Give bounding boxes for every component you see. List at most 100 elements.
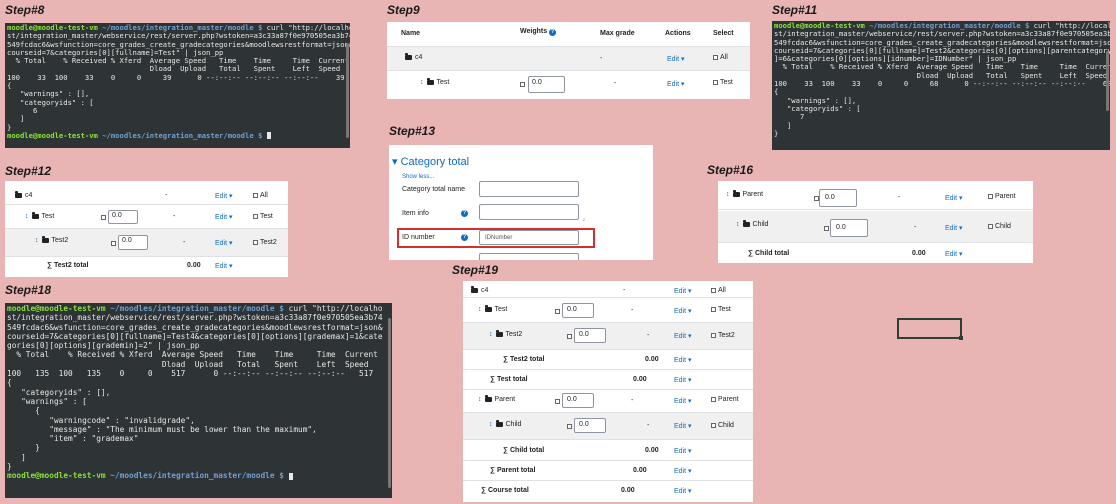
edit-menu[interactable]: Edit ▾ <box>674 397 692 405</box>
help-icon[interactable]: ? <box>461 233 468 241</box>
weight-checkbox[interactable] <box>101 214 108 221</box>
select-test2[interactable]: Test2 <box>711 332 735 339</box>
edit-menu[interactable]: Edit ▾ <box>945 250 963 258</box>
select-parent[interactable]: Parent <box>988 193 1016 200</box>
weight-checkbox[interactable] <box>520 81 527 88</box>
selected-cell[interactable] <box>897 318 962 339</box>
edit-menu[interactable]: Edit ▾ <box>667 80 685 88</box>
move-icon[interactable]: ↕ <box>489 331 493 338</box>
edit-menu[interactable]: Edit ▾ <box>945 224 963 232</box>
checkbox[interactable] <box>711 306 716 312</box>
show-less-link[interactable]: Show less... <box>402 174 434 180</box>
move-icon[interactable]: ↕ <box>25 213 29 220</box>
select-test[interactable]: Test <box>253 213 273 220</box>
weight-input[interactable]: 0.0 <box>574 418 606 433</box>
weight-input[interactable]: 0.0 <box>562 303 594 318</box>
select-parent[interactable]: Parent <box>711 396 739 403</box>
select-test[interactable]: Test <box>713 79 733 86</box>
select-label: Child <box>718 422 734 429</box>
checkbox[interactable] <box>711 287 716 293</box>
scrollbar[interactable] <box>346 43 349 138</box>
checkbox[interactable] <box>988 223 993 229</box>
move-icon[interactable]: ↕ <box>726 191 730 198</box>
next-input[interactable] <box>479 253 579 260</box>
edit-menu[interactable]: Edit ▾ <box>667 55 685 63</box>
edit-menu[interactable]: Edit ▾ <box>215 239 233 247</box>
move-icon[interactable]: ↕ <box>420 79 424 86</box>
checkbox[interactable] <box>567 333 572 339</box>
weight-input[interactable]: 0.0 <box>528 76 565 93</box>
select-child[interactable]: Child <box>711 422 734 429</box>
help-icon[interactable]: ? <box>461 210 468 217</box>
edit-menu[interactable]: Edit ▾ <box>674 467 692 475</box>
move-icon[interactable]: ↕ <box>736 221 740 228</box>
edit-menu[interactable]: Edit ▾ <box>674 287 692 295</box>
resize-icon[interactable]: ⌟ <box>582 215 585 222</box>
edit-menu[interactable]: Edit ▾ <box>674 487 692 495</box>
weight-input[interactable]: 0.0 <box>830 219 868 237</box>
select-all[interactable]: All <box>711 287 726 294</box>
help-icon[interactable]: ? <box>549 29 557 36</box>
checkbox[interactable] <box>567 423 572 429</box>
checkbox[interactable] <box>101 214 106 220</box>
checkbox[interactable] <box>713 54 718 60</box>
header-weights-label: Weights <box>520 28 548 35</box>
edit-menu[interactable]: Edit ▾ <box>674 422 692 430</box>
checkbox[interactable] <box>824 225 829 231</box>
checkbox[interactable] <box>713 79 718 85</box>
weight-checkbox[interactable] <box>567 423 574 430</box>
move-icon[interactable]: ↕ <box>478 306 482 313</box>
weight-checkbox[interactable] <box>567 333 574 340</box>
select-all[interactable]: All <box>713 54 728 61</box>
select-test[interactable]: Test <box>711 306 731 313</box>
checkbox[interactable] <box>711 396 716 402</box>
select-label: Parent <box>718 396 739 403</box>
select-test2[interactable]: Test2 <box>253 239 277 246</box>
help-icon[interactable]: ? <box>461 234 468 241</box>
edit-menu[interactable]: Edit ▾ <box>674 356 692 364</box>
checkbox[interactable] <box>711 422 716 428</box>
weight-input[interactable]: 0.0 <box>108 210 138 224</box>
weight-checkbox[interactable] <box>555 398 562 405</box>
checkbox[interactable] <box>988 193 993 199</box>
fill-handle[interactable] <box>959 336 963 340</box>
select-child[interactable]: Child <box>988 223 1011 230</box>
edit-menu[interactable]: Edit ▾ <box>674 447 692 455</box>
edit-menu[interactable]: Edit ▾ <box>215 262 233 270</box>
edit-label: Edit <box>945 195 958 202</box>
weight-input[interactable]: 0.0 <box>574 328 606 343</box>
checkbox[interactable] <box>555 398 560 404</box>
checkbox[interactable] <box>555 308 560 314</box>
move-icon[interactable]: ↕ <box>35 237 39 244</box>
item-info-input[interactable] <box>479 204 579 220</box>
checkbox[interactable] <box>253 239 258 245</box>
scrollbar[interactable] <box>1106 51 1109 111</box>
edit-menu[interactable]: Edit ▾ <box>945 194 963 202</box>
weight-input[interactable]: 0.0 <box>819 189 857 207</box>
checkbox[interactable] <box>253 192 258 198</box>
weight-input[interactable]: 0.0 <box>118 235 148 250</box>
scrollbar[interactable] <box>388 318 391 488</box>
category-total-name-input[interactable] <box>479 181 579 197</box>
checkbox[interactable] <box>253 213 258 219</box>
move-icon[interactable]: ↕ <box>478 396 482 403</box>
edit-menu[interactable]: Edit ▾ <box>674 307 692 315</box>
category-total-heading[interactable]: ▾ Category total <box>392 155 469 168</box>
edit-menu[interactable]: Edit ▾ <box>674 332 692 340</box>
checkbox[interactable] <box>520 81 525 87</box>
help-icon[interactable]: ? <box>461 209 468 217</box>
table-row: c4 - Edit ▾ All <box>387 47 750 71</box>
move-icon[interactable]: ↕ <box>489 421 493 428</box>
edit-menu[interactable]: Edit ▾ <box>215 213 233 221</box>
weight-value: 0.0 <box>579 421 589 428</box>
checkbox[interactable] <box>711 332 716 338</box>
id-number-input[interactable]: IDNumber <box>479 230 579 245</box>
checkbox[interactable] <box>111 240 116 246</box>
weight-checkbox[interactable] <box>111 240 118 247</box>
weight-checkbox[interactable] <box>555 308 562 315</box>
weight-input[interactable]: 0.0 <box>562 393 594 408</box>
select-all[interactable]: All <box>253 192 268 199</box>
command-text: courseid=7&categories[0][fullname]=Test4… <box>7 331 383 341</box>
edit-menu[interactable]: Edit ▾ <box>215 192 233 200</box>
edit-menu[interactable]: Edit ▾ <box>674 376 692 384</box>
